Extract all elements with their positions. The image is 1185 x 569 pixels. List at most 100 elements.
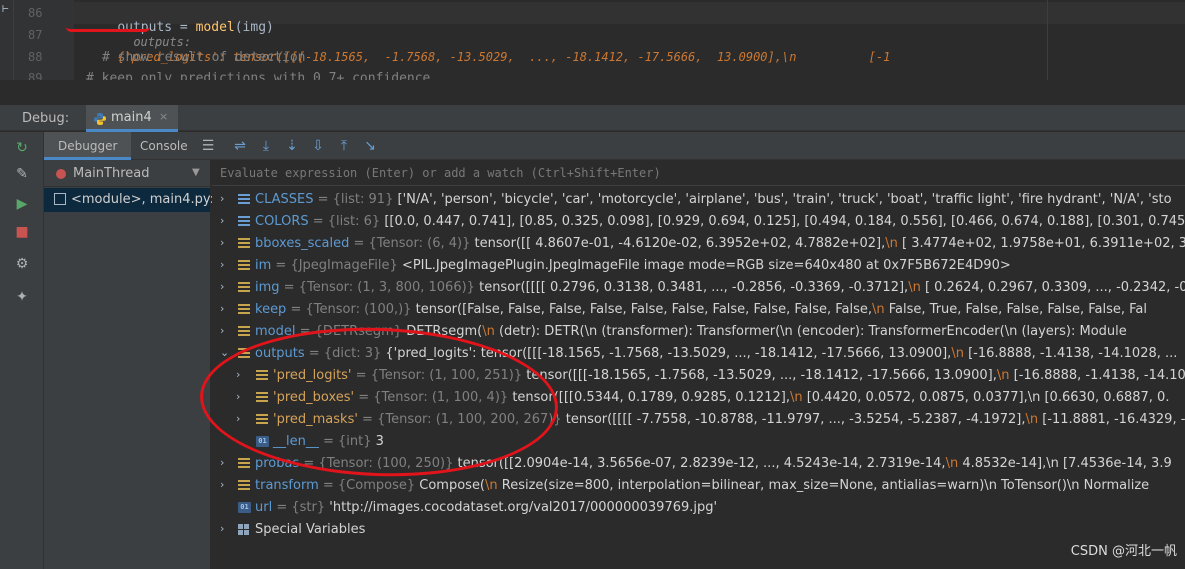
settings-icon[interactable]: ⚙ [12,254,32,274]
variable-name: 'pred_masks' [273,412,358,427]
code-token: (img) [234,20,274,35]
newline-marker: \n [485,478,498,493]
variable-row[interactable]: › COLORS = {list: 6} [[0.0, 0.447, 0.741… [212,211,1185,233]
list-icon [238,216,250,228]
variable-value: tensor([False, False, False, False, Fals… [415,302,873,317]
variable-value-tail: [-11.8881, -16.4329, - [1038,412,1185,427]
expand-arrow-icon[interactable]: › [236,390,248,403]
run-to-cursor-icon[interactable]: ↘ [360,136,380,156]
variable-value-tail: (detr): DETR(\n (transformer): Transform… [494,324,1127,339]
variables-panel: Evaluate expression (Enter) or add a wat… [212,160,1185,569]
red-underline-annotation [66,27,150,32]
variable-name: bboxes_scaled [255,236,350,251]
chevron-down-icon: ▼ [192,167,200,178]
variable-row-child[interactable]: › 'pred_boxes' = {Tensor: (1, 100, 4)} t… [212,387,1185,409]
special-variables-row[interactable]: › Special Variables [212,519,1185,541]
variable-row[interactable]: › bboxes_scaled = {Tensor: (6, 4)} tenso… [212,233,1185,255]
field-icon [238,282,250,294]
variable-row-child[interactable]: › 'pred_masks' = {Tensor: (1, 100, 200, … [212,409,1185,431]
list-icon [238,194,250,206]
close-icon[interactable]: × [159,110,168,123]
field-icon [256,370,268,382]
newline-marker: \n [908,280,921,295]
variable-row[interactable]: ⌄ outputs = {dict: 3} {'pred_logits': te… [212,343,1185,365]
variable-row[interactable]: › model = {DETRsegm} DETRsegm(\n (detr):… [212,321,1185,343]
variable-type: {int} [338,434,372,449]
variable-value-tail: Resize(size=800, interpolation=bilinear,… [497,478,1150,493]
frame-item[interactable]: <module>, main4.py: [44,188,214,212]
pin-icon[interactable]: ✦ [12,287,32,307]
thread-name: MainThread [73,166,150,181]
step-over-icon[interactable]: ⤓ [256,136,276,156]
step-into-my-code-icon[interactable]: ⇩ [308,136,328,156]
field-icon [238,326,250,338]
code-line-89[interactable]: # keep only predictions with 0.7+ confid… [86,71,430,80]
variable-type: {Tensor: (100,)} [305,302,412,317]
code-line-88[interactable]: # show result of detection [102,50,306,65]
newline-marker: \n [872,302,885,317]
rerun-icon[interactable]: ↻ [12,138,32,158]
variable-type: {Tensor: (1, 100, 200, 267)} [377,412,562,427]
variable-value: ['N/A', 'person', 'bicycle', 'car', 'mot… [397,192,1172,207]
variable-row[interactable]: 01 url = {str} 'http://images.cocodatase… [212,497,1185,519]
expand-arrow-icon[interactable]: › [220,236,232,249]
layout-menu-icon[interactable]: ☰ [198,136,218,156]
expand-arrow-icon[interactable]: › [220,456,232,469]
resume-icon[interactable]: ▶ [12,194,32,214]
expand-arrow-icon[interactable]: › [236,412,248,425]
variable-row[interactable]: › keep = {Tensor: (100,)} tensor([False,… [212,299,1185,321]
variable-name: model [255,324,296,339]
step-out-icon[interactable]: ⤒ [334,136,354,156]
debug-session-tab[interactable]: main4 × [86,105,178,132]
variable-type: {DETRsegm} [314,324,403,339]
variable-name: url [255,500,273,515]
thread-selector[interactable]: MainThread ▼ [44,161,210,187]
newline-marker: \n [1025,412,1039,427]
variable-row[interactable]: › CLASSES = {list: 91} ['N/A', 'person',… [212,189,1185,211]
show-execution-point-icon[interactable]: ⇌ [230,136,250,156]
variable-name: 'pred_boxes' [273,390,355,405]
frame-icon [54,193,66,205]
expand-arrow-icon[interactable]: › [220,324,232,337]
code-editor[interactable]: ⊢ 86 87 88 89 outputs = model(img) outpu… [0,0,1185,80]
step-into-icon[interactable]: ⇣ [282,136,302,156]
variable-row[interactable]: › probas = {Tensor: (100, 250)} tensor([… [212,453,1185,475]
expand-arrow-icon[interactable]: › [220,478,232,491]
tab-debugger[interactable]: Debugger [44,132,132,160]
expand-arrow-icon[interactable]: › [220,214,232,227]
variable-value: DETRsegm( [406,324,483,339]
variable-value: tensor([[ 4.8607e-01, -4.6120e-02, 6.395… [474,236,886,251]
expand-arrow-icon[interactable]: › [220,522,232,535]
variable-name: COLORS [255,214,309,229]
field-icon [238,238,250,250]
collapse-arrow-icon[interactable]: ⌄ [220,346,232,359]
variable-value: <PIL.JpegImagePlugin.JpegImageFile image… [401,258,1011,273]
variable-row[interactable]: › transform = {Compose} Compose(\n Resiz… [212,475,1185,497]
variable-row[interactable]: › img = {Tensor: (1, 3, 800, 1066)} tens… [212,277,1185,299]
right-margin-guide [1047,0,1048,80]
variable-value: {'pred_logits': tensor([[[-18.1565, -1.7… [385,346,952,361]
variable-value: tensor([[2.0904e-14, 3.5656e-07, 2.8239e… [457,456,946,471]
expand-arrow-icon[interactable]: › [220,192,232,205]
expand-arrow-icon[interactable]: › [220,280,232,293]
expand-arrow-icon[interactable]: › [236,368,248,381]
expand-arrow-icon[interactable]: › [220,258,232,271]
expand-arrow-icon[interactable]: › [220,302,232,315]
variable-name: transform [255,478,319,493]
variable-type: {Tensor: (1, 100, 251)} [370,368,523,383]
variable-value: tensor([[[[ -7.7558, -10.8788, -11.9797,… [565,412,1026,427]
code-line-86[interactable]: outputs = model(img) outputs: {'pred_log… [86,5,890,80]
variable-row-child[interactable]: › 'pred_logits' = {Tensor: (1, 100, 251)… [212,365,1185,387]
variable-value: Compose( [419,478,486,493]
tab-console[interactable]: Console [126,132,202,160]
variable-row-child[interactable]: 01 __len__ = {int} 3 [212,431,1185,453]
variable-value-tail: [ 3.4774e+02, 1.9758e+01, 6.3911e+02, 3.… [897,236,1185,251]
evaluate-expression-input[interactable]: Evaluate expression (Enter) or add a wat… [212,160,1185,186]
stop-icon[interactable]: ■ [12,222,32,242]
variable-value: [[0.0, 0.447, 0.741], [0.85, 0.325, 0.09… [384,214,1185,229]
variable-value-tail: [ 0.2624, 0.2967, 0.3309, ..., -0.2342, … [920,280,1185,295]
variable-row[interactable]: › im = {JpegImageFile} <PIL.JpegImagePlu… [212,255,1185,277]
variable-value-tail: [-16.8888, -1.4138, -14.1028, ... [963,346,1178,361]
wrench-icon[interactable]: ✎ [12,164,32,184]
variable-value: tensor([[[0.5344, 0.1789, 0.9285, 0.1212… [512,390,790,405]
